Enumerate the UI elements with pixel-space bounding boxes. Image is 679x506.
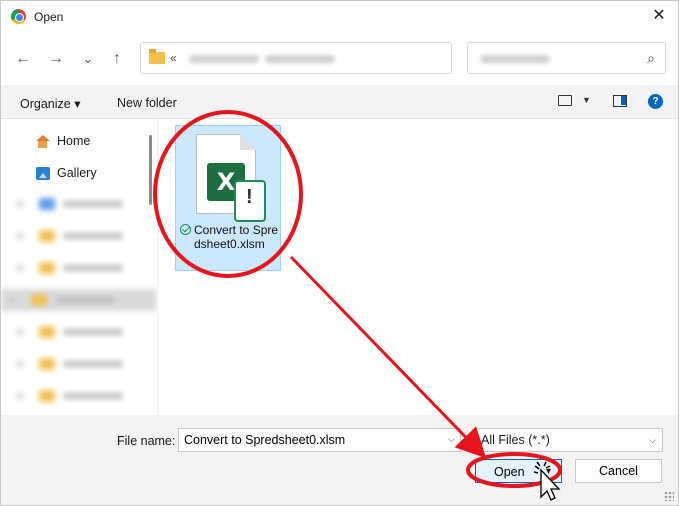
dialog-footer: File name: ⌵ All Files (*.*) ⌵ Open ▾ Ca… [1,415,678,505]
help-icon[interactable]: ? [648,94,663,109]
search-icon: ⌕ [647,50,655,66]
close-button[interactable]: ✕ [640,1,678,33]
open-dialog: Open ✕ ← → ⌄ ↑ « ⌕ Organize ▾ New folder… [0,0,679,506]
file-name-input[interactable] [178,428,461,452]
cancel-button[interactable]: Cancel [575,459,662,483]
file-item[interactable]: X Convert to Spredsheet0.xlsm [175,125,281,271]
navigation-pane: Home Gallery [1,119,157,415]
folder-icon [149,49,165,64]
preview-pane-icon[interactable] [613,95,627,107]
blurred-sidebar-item[interactable] [9,353,149,375]
chrome-icon [11,9,26,24]
search-box[interactable]: ⌕ [467,42,666,74]
blurred-sidebar-item[interactable] [9,385,149,407]
view-options-chevron[interactable]: ▼ [582,95,591,105]
resize-grip[interactable] [664,491,674,501]
blurred-sidebar-item[interactable] [9,257,149,279]
file-type-select[interactable]: All Files (*.*) ⌵ [475,428,663,452]
organize-menu[interactable]: Organize ▾ [20,96,80,111]
macro-warning-icon [234,180,266,222]
back-button[interactable]: ← [12,48,34,70]
file-list: X Convert to Spredsheet0.xlsm [159,119,678,415]
blurred-sidebar-item[interactable] [9,193,149,215]
blurred-path-segment [265,55,335,63]
sidebar-item-label: Home [57,134,91,148]
recent-locations-button[interactable]: ⌄ [77,48,99,70]
navigation-bar: ← → ⌄ ↑ « ⌕ [1,33,678,85]
blurred-sidebar-item[interactable] [9,321,149,343]
address-bar[interactable]: « [140,42,452,74]
blurred-sidebar-item-selected[interactable] [1,289,157,311]
open-button-label: Open [494,465,525,479]
sidebar-scrollbar[interactable] [149,135,152,205]
file-name-field-label: File name: [117,434,176,448]
chevron-down-icon: ⌵ [649,435,656,445]
file-name-dropdown-icon[interactable]: ⌵ [448,434,455,445]
open-button[interactable]: Open ▾ [475,459,562,483]
command-bar: Organize ▾ New folder ▼ ? [1,85,678,119]
file-type-value: All Files (*.*) [481,433,550,447]
blurred-path-segment [189,55,259,63]
breadcrumb-overflow[interactable]: « [170,51,177,65]
forward-button[interactable]: → [45,48,67,70]
window-title: Open [34,10,64,24]
file-name-label: Convert to Spredsheet0.xlsm [194,223,279,251]
new-folder-button[interactable]: New folder [117,96,177,110]
up-button[interactable]: ↑ [106,48,128,70]
sync-status-icon [180,224,191,235]
blurred-sidebar-item[interactable] [9,225,149,247]
title-bar: Open ✕ [1,1,678,33]
open-options-chevron[interactable]: ▾ [546,466,551,477]
home-icon [35,135,50,148]
sidebar-item-label: Gallery [57,166,97,180]
gallery-icon [36,167,50,180]
view-icon[interactable] [558,95,572,106]
blurred-search-placeholder [480,55,550,63]
